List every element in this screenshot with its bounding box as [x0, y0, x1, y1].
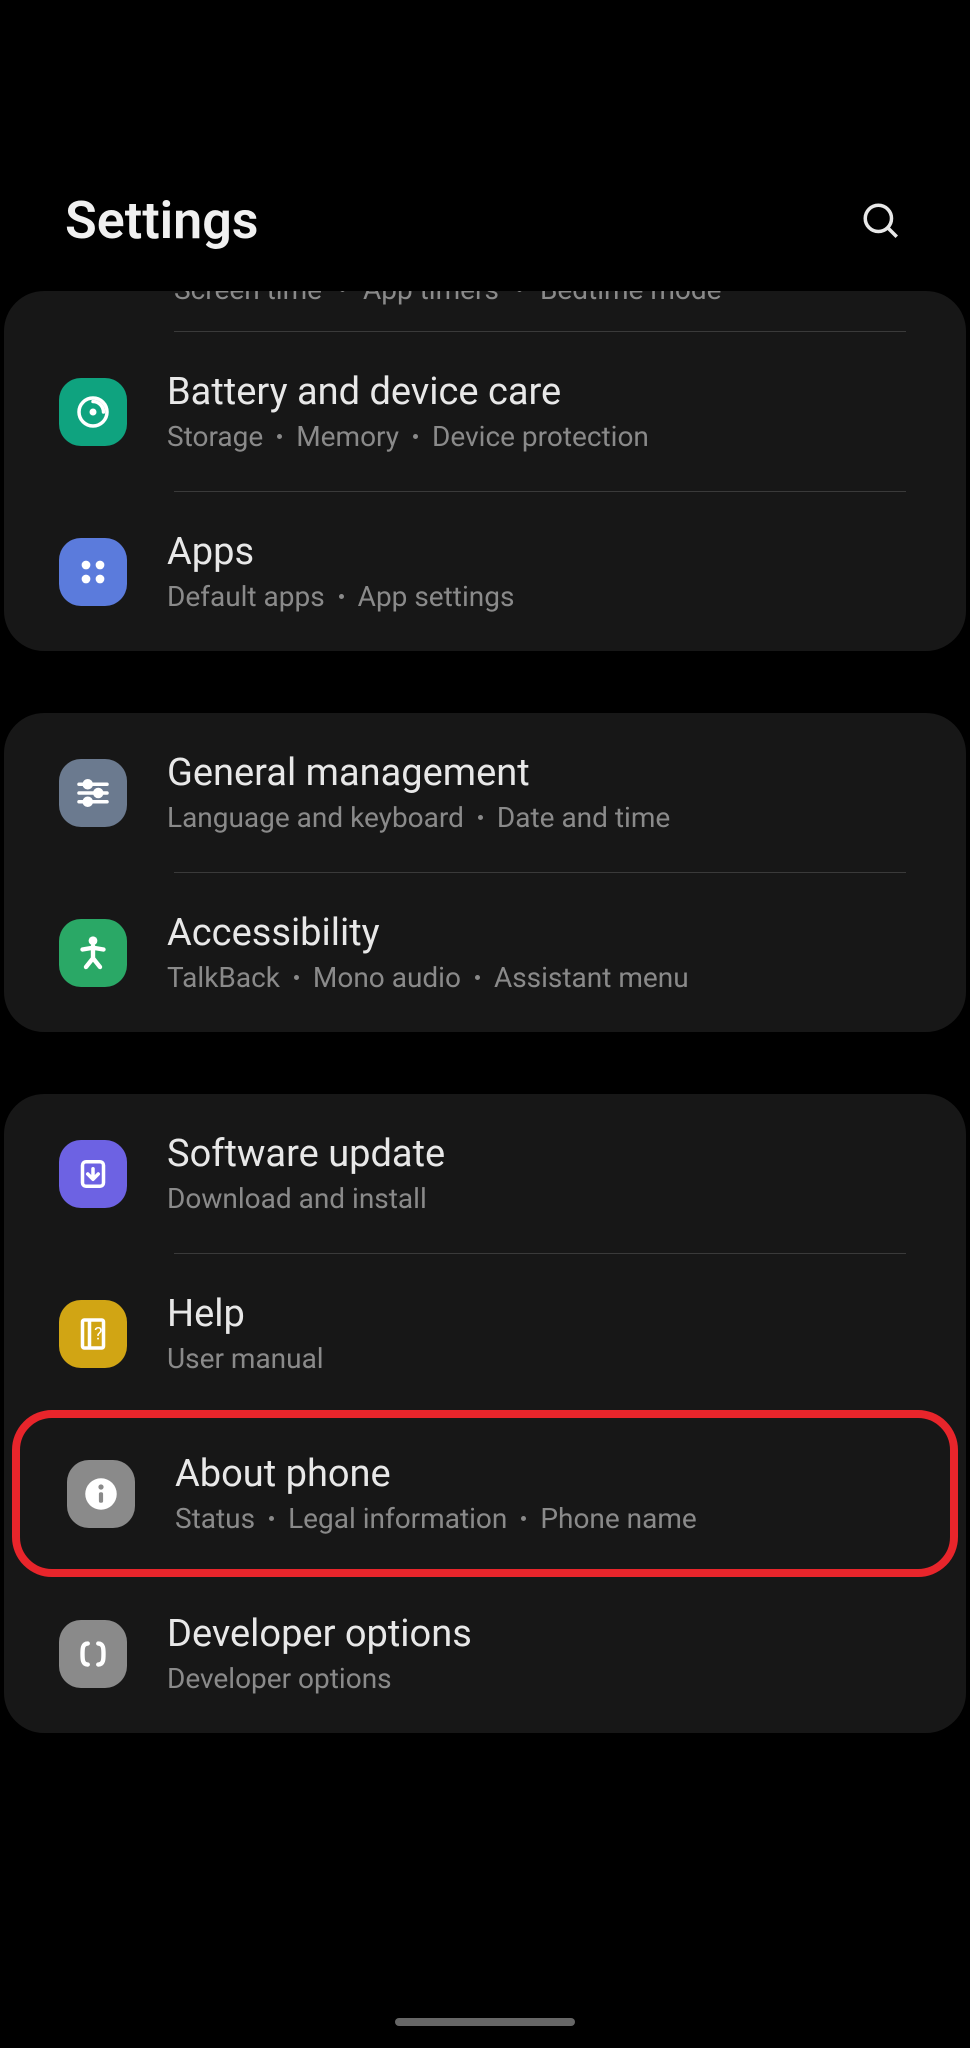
row-title: Developer options: [167, 1612, 936, 1656]
about-phone-icon: [67, 1460, 135, 1528]
row-subtitle: TalkBack Mono audio Assistant menu: [167, 961, 936, 994]
nav-handle[interactable]: [395, 2018, 575, 2026]
partial-row-digital-wellbeing[interactable]: Screen time App timers Bedtime mode: [4, 291, 966, 331]
accessibility-icon: [59, 919, 127, 987]
row-title: Help: [167, 1292, 936, 1336]
row-subtitle: User manual: [167, 1342, 936, 1375]
developer-options-icon: [59, 1620, 127, 1688]
partial-subtitle: Screen time App timers Bedtime mode: [174, 291, 906, 306]
row-text: Battery and device care Storage Memory D…: [167, 370, 936, 453]
row-text: About phone Status Legal information Pho…: [175, 1452, 928, 1535]
row-accessibility[interactable]: Accessibility TalkBack Mono audio Assist…: [4, 873, 966, 1032]
row-subtitle: Default apps App settings: [167, 580, 936, 613]
header: Settings: [0, 0, 970, 291]
row-text: Apps Default apps App settings: [167, 530, 936, 613]
row-subtitle: Status Legal information Phone name: [175, 1502, 928, 1535]
row-title: General management: [167, 751, 936, 795]
row-help[interactable]: ? Help User manual: [4, 1254, 966, 1413]
software-update-icon: [59, 1140, 127, 1208]
row-developer-options[interactable]: Developer options Developer options: [4, 1574, 966, 1733]
row-title: About phone: [175, 1452, 928, 1496]
settings-card: Screen time App timers Bedtime mode Batt…: [4, 291, 966, 651]
row-software-update[interactable]: Software update Download and install: [4, 1094, 966, 1253]
search-button[interactable]: [857, 197, 905, 245]
row-text: Accessibility TalkBack Mono audio Assist…: [167, 911, 936, 994]
row-text: General management Language and keyboard…: [167, 751, 936, 834]
settings-card: General management Language and keyboard…: [4, 713, 966, 1032]
row-text: Help User manual: [167, 1292, 936, 1375]
general-management-icon: [59, 759, 127, 827]
row-general-management[interactable]: General management Language and keyboard…: [4, 713, 966, 872]
row-subtitle: Developer options: [167, 1662, 936, 1695]
row-subtitle: Download and install: [167, 1182, 936, 1215]
page-title: Settings: [65, 190, 259, 251]
row-title: Accessibility: [167, 911, 936, 955]
svg-text:?: ?: [94, 1324, 102, 1344]
row-text: Software update Download and install: [167, 1132, 936, 1215]
row-subtitle: Language and keyboard Date and time: [167, 801, 936, 834]
row-title: Apps: [167, 530, 936, 574]
help-icon: ?: [59, 1300, 127, 1368]
row-title: Software update: [167, 1132, 936, 1176]
row-title: Battery and device care: [167, 370, 936, 414]
row-text: Developer options Developer options: [167, 1612, 936, 1695]
row-subtitle: Storage Memory Device protection: [167, 420, 936, 453]
search-icon: [860, 200, 902, 242]
row-apps[interactable]: Apps Default apps App settings: [4, 492, 966, 651]
settings-card: Software update Download and install ? H…: [4, 1094, 966, 1733]
row-about-phone[interactable]: About phone Status Legal information Pho…: [12, 1410, 958, 1577]
battery-care-icon: [59, 378, 127, 446]
apps-icon: [59, 538, 127, 606]
row-battery-device-care[interactable]: Battery and device care Storage Memory D…: [4, 332, 966, 491]
